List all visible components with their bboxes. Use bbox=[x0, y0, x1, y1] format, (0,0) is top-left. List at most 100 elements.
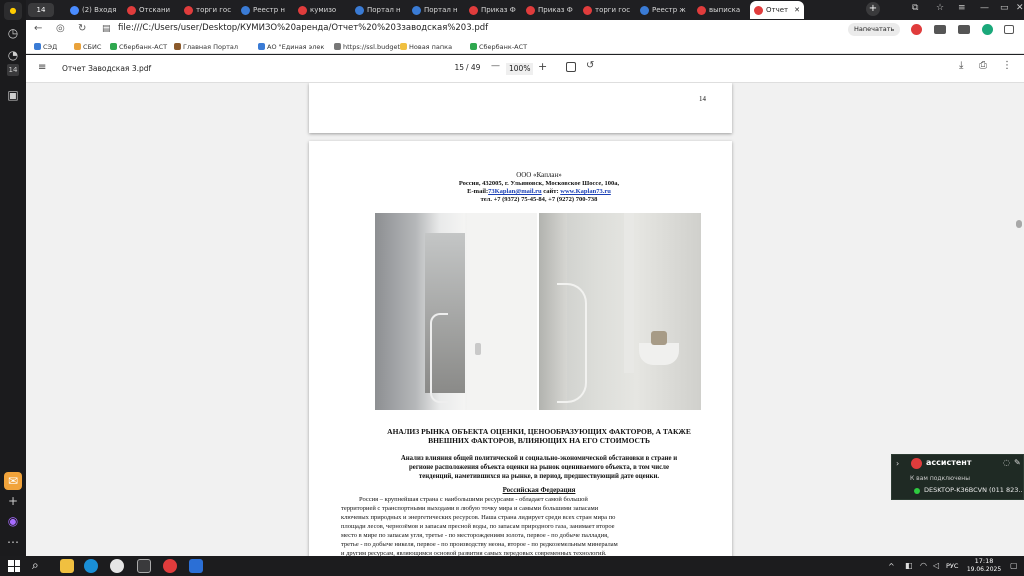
cast-icon[interactable] bbox=[958, 25, 970, 34]
bookmark-item[interactable]: https://ssl.budget bbox=[334, 40, 400, 54]
tabs-counter-badge[interactable]: 14 bbox=[7, 64, 19, 76]
url-text[interactable]: file:///C:/Users/user/Desktop/КУМИЗО%20а… bbox=[118, 23, 488, 33]
bookmark-favicon-icon bbox=[110, 43, 117, 50]
zoom-in-button[interactable]: + bbox=[538, 60, 547, 73]
history-icon[interactable]: ◷ bbox=[4, 24, 22, 42]
alice-icon[interactable]: ◉ bbox=[4, 512, 22, 530]
bookmark-item[interactable]: СБИС bbox=[74, 40, 101, 54]
add-icon[interactable]: + bbox=[4, 492, 22, 510]
pdf-viewer[interactable]: 14 ООО «Каплан» Россия, 432005, г. Ульян… bbox=[26, 83, 1024, 556]
minimize-icon[interactable]: — bbox=[980, 3, 989, 13]
screenshot-icon[interactable]: ▣ bbox=[4, 86, 22, 104]
pdf-toolbar: ≡ Отчет Заводская 3.pdf 15 / 49 — 100% +… bbox=[26, 55, 1024, 83]
expand-icon[interactable]: › bbox=[896, 459, 899, 468]
tab-label: торги гос bbox=[196, 6, 232, 14]
bookmark-label: Сбербанк-АСТ bbox=[479, 43, 528, 51]
print-icon[interactable]: ⎙ bbox=[979, 60, 987, 71]
tab[interactable]: торги гос bbox=[579, 1, 634, 19]
tab[interactable]: Отчет ✕ bbox=[750, 1, 804, 19]
photo-left bbox=[375, 213, 537, 410]
zoom-out-button[interactable]: — bbox=[491, 61, 500, 71]
assistant-title: ассистент bbox=[926, 458, 972, 467]
yandex-browser-icon[interactable] bbox=[110, 559, 124, 573]
tab[interactable]: Отскани bbox=[123, 1, 178, 19]
tray-chevron-icon[interactable]: ^ bbox=[888, 562, 895, 571]
fit-page-icon[interactable] bbox=[566, 62, 576, 72]
chat-icon[interactable]: ◌ bbox=[1003, 458, 1010, 467]
tab-label: Отчет bbox=[766, 6, 789, 14]
edge-icon[interactable] bbox=[84, 559, 98, 573]
tab[interactable]: Портал н bbox=[408, 1, 463, 19]
tab-label: Портал н bbox=[367, 6, 401, 14]
pdf-menu-icon[interactable]: ≡ bbox=[38, 62, 46, 73]
volume-icon[interactable]: ◁ bbox=[933, 561, 939, 570]
downloads-icon[interactable] bbox=[934, 25, 946, 34]
bookmark-item[interactable]: СЭД bbox=[34, 40, 57, 54]
tab[interactable]: Приказ Ф bbox=[465, 1, 520, 19]
tab[interactable]: кумизо bbox=[294, 1, 349, 19]
notification-icon[interactable]: ▢ bbox=[1010, 561, 1018, 570]
header-address: Россия, 432005, г. Ульяновск, Московское… bbox=[458, 180, 620, 187]
new-tab-button[interactable]: + bbox=[866, 2, 880, 16]
tab-strip: 14 (2) Входя Отскани торги гос Реестр н куми… bbox=[26, 0, 1024, 20]
tab[interactable]: Реестр н bbox=[237, 1, 292, 19]
tab-close-icon[interactable]: ✕ bbox=[794, 1, 800, 19]
rotate-icon[interactable]: ↺ bbox=[586, 60, 594, 71]
tab[interactable]: (2) Входя bbox=[66, 1, 121, 19]
app-icon[interactable] bbox=[137, 559, 151, 573]
zoom-level-input[interactable]: 100% bbox=[506, 63, 534, 75]
close-icon[interactable]: ✕ bbox=[1016, 3, 1024, 13]
bookmark-item[interactable]: Сбербанк-АСТ bbox=[470, 40, 527, 54]
assistant-subtitle: К вам подключены bbox=[910, 475, 970, 482]
tray-icon[interactable]: ◧ bbox=[905, 561, 913, 570]
bookmark-label: АО "Единая элек bbox=[267, 43, 325, 51]
profile-icon[interactable] bbox=[982, 24, 993, 35]
clock-date[interactable]: 19.06.2025 bbox=[964, 566, 1004, 573]
more-icon[interactable]: ⋯ bbox=[4, 533, 22, 551]
wallet-icon[interactable] bbox=[1004, 25, 1014, 34]
status-dot-icon bbox=[914, 488, 920, 494]
tab[interactable]: выписка bbox=[693, 1, 748, 19]
explorer-icon[interactable] bbox=[60, 559, 74, 573]
menu-icon[interactable]: ≡ bbox=[958, 3, 966, 13]
pdf-title: Отчет Заводская 3.pdf bbox=[62, 64, 152, 73]
edit-icon[interactable]: ✎ bbox=[1014, 458, 1021, 467]
wifi-icon[interactable]: ◠ bbox=[920, 561, 927, 570]
window-copy-icon[interactable]: ⧉ bbox=[912, 3, 918, 13]
bookmark-icon[interactable]: ☆ bbox=[936, 3, 944, 13]
clock-time[interactable]: 17:18 bbox=[966, 557, 1002, 565]
start-icon[interactable] bbox=[8, 560, 20, 572]
assistant-app-icon[interactable] bbox=[163, 559, 177, 573]
tab[interactable]: Портал н bbox=[351, 1, 406, 19]
mail-app-icon[interactable]: ✉ bbox=[4, 472, 22, 490]
search-icon[interactable]: ⌕ bbox=[32, 558, 39, 573]
scrollbar-thumb[interactable] bbox=[1016, 220, 1022, 228]
pdf-page-14: 14 bbox=[309, 83, 732, 133]
clock-icon[interactable]: ◔ bbox=[4, 46, 22, 64]
reload-icon[interactable]: ↻ bbox=[78, 23, 86, 34]
paragraph-line: третье - по добыче никеля, первое - по п… bbox=[341, 541, 618, 548]
bookmark-item[interactable]: АО "Единая элек bbox=[258, 40, 324, 54]
maximize-icon[interactable]: ▭ bbox=[1000, 3, 1009, 13]
bookmark-item[interactable]: Сбербанк-АСТ bbox=[110, 40, 167, 54]
language-indicator[interactable]: РУС bbox=[946, 562, 958, 570]
download-icon[interactable]: ⤓ bbox=[959, 60, 963, 71]
bookmark-item[interactable]: Главная Портал bbox=[174, 40, 238, 54]
header-company: ООО «Каплан» bbox=[516, 171, 562, 179]
site-info-icon[interactable]: ◎ bbox=[56, 23, 65, 34]
tab[interactable]: торги гос bbox=[180, 1, 235, 19]
extension-icon[interactable] bbox=[911, 24, 922, 35]
pdf-more-icon[interactable]: ⋮ bbox=[1002, 60, 1012, 71]
tab[interactable]: Реестр ж bbox=[636, 1, 691, 19]
page-number-input[interactable]: 15 bbox=[446, 63, 464, 75]
email-link[interactable]: 73Kaplan@mail.ru bbox=[488, 188, 542, 195]
tab[interactable]: Приказ Ф bbox=[522, 1, 577, 19]
word-icon[interactable] bbox=[189, 559, 203, 573]
browser-logo-icon[interactable]: ● bbox=[4, 2, 22, 20]
assistant-popup[interactable]: › ассистент ◌ ✎ К вам подключены DESKTOP… bbox=[891, 454, 1024, 500]
site-link[interactable]: www.Kaplan73.ru bbox=[560, 188, 611, 195]
tab-counter[interactable]: 14 bbox=[28, 3, 54, 17]
print-action-button[interactable]: Напечатать bbox=[848, 23, 901, 36]
back-icon[interactable]: ← bbox=[34, 23, 42, 34]
bookmark-item[interactable]: Новая папка bbox=[400, 40, 452, 54]
